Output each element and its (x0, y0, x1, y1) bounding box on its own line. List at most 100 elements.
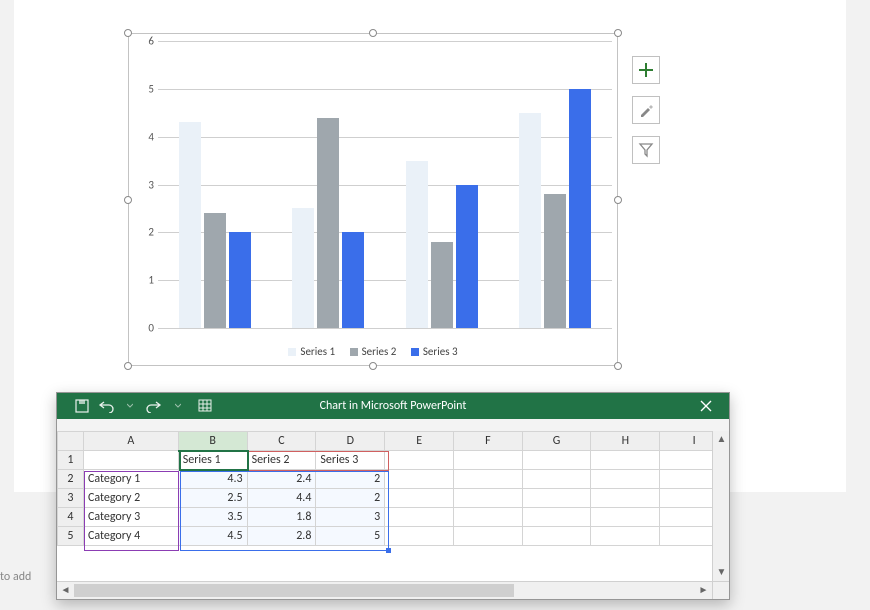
cell-F5[interactable] (453, 527, 522, 546)
chart-object[interactable]: 0123456 Series 1 Series 2 Series 3 (128, 33, 618, 366)
horizontal-scrollbar[interactable]: ◄ ► (57, 581, 712, 599)
cell-D1[interactable]: Series 3 (316, 451, 385, 470)
bar-series2[interactable] (544, 194, 566, 328)
scroll-left-arrow[interactable]: ◄ (57, 582, 74, 600)
cell-C2[interactable]: 2.4 (247, 470, 316, 489)
chart-filters-button[interactable] (632, 136, 660, 164)
edit-data-icon[interactable] (197, 397, 215, 415)
col-header-D[interactable]: D (316, 432, 385, 451)
cell-B5[interactable]: 4.5 (178, 527, 247, 546)
scroll-up-arrow[interactable]: ▲ (713, 431, 730, 448)
cell-H2[interactable] (591, 470, 660, 489)
cell-H4[interactable] (591, 508, 660, 527)
select-all-cell[interactable] (58, 432, 84, 451)
cell-F4[interactable] (453, 508, 522, 527)
close-button[interactable] (689, 393, 723, 419)
bar-series1[interactable] (406, 161, 428, 328)
bar-group[interactable] (406, 161, 478, 328)
bar-series3[interactable] (342, 232, 364, 328)
cell-E3[interactable] (385, 489, 454, 508)
chart-legend[interactable]: Series 1 Series 2 Series 3 (128, 344, 618, 358)
resize-handle-bl[interactable] (124, 362, 132, 370)
resize-handle-br[interactable] (614, 362, 622, 370)
bar-series2[interactable] (431, 242, 453, 328)
plot-area[interactable]: 0123456 (158, 41, 612, 328)
cell-D4[interactable]: 3 (316, 508, 385, 527)
scroll-right-arrow[interactable]: ► (695, 582, 712, 600)
col-header-H[interactable]: H (591, 432, 660, 451)
cell-E5[interactable] (385, 527, 454, 546)
row-header-4[interactable]: 4 (58, 508, 84, 527)
cell-B1[interactable]: Series 1 (178, 451, 247, 470)
cell-G3[interactable] (522, 489, 591, 508)
cell-F3[interactable] (453, 489, 522, 508)
cell-C4[interactable]: 1.8 (247, 508, 316, 527)
cell-G1[interactable] (522, 451, 591, 470)
cell-A3[interactable]: Category 2 (83, 489, 178, 508)
col-header-E[interactable]: E (385, 432, 454, 451)
chart-elements-button[interactable] (632, 56, 660, 84)
excel-data-window[interactable]: Chart in Microsoft PowerPoint ABCDEFGHI1… (56, 392, 730, 600)
cell-C5[interactable]: 2.8 (247, 527, 316, 546)
cell-F2[interactable] (453, 470, 522, 489)
cell-A4[interactable]: Category 3 (83, 508, 178, 527)
cell-D5[interactable]: 5 (316, 527, 385, 546)
range-resize-handle[interactable] (386, 548, 391, 553)
bar-series1[interactable] (519, 113, 541, 328)
col-header-C[interactable]: C (247, 432, 316, 451)
redo-dropdown-icon[interactable] (169, 397, 187, 415)
row-header-3[interactable]: 3 (58, 489, 84, 508)
bar-series2[interactable] (317, 118, 339, 328)
cell-G2[interactable] (522, 470, 591, 489)
undo-icon[interactable] (97, 397, 115, 415)
resize-handle-tr[interactable] (614, 29, 622, 37)
cell-C3[interactable]: 4.4 (247, 489, 316, 508)
vertical-scrollbar[interactable]: ▲ ▼ (712, 431, 729, 581)
row-header-5[interactable]: 5 (58, 527, 84, 546)
col-header-B[interactable]: B (178, 432, 247, 451)
bar-group[interactable] (292, 118, 364, 328)
cell-H3[interactable] (591, 489, 660, 508)
save-icon[interactable] (73, 397, 91, 415)
bar-series3[interactable] (456, 185, 478, 329)
resize-handle-b[interactable] (369, 362, 377, 370)
cell-F1[interactable] (453, 451, 522, 470)
bar-group[interactable] (179, 122, 251, 328)
resize-handle-r[interactable] (614, 196, 622, 204)
cell-H1[interactable] (591, 451, 660, 470)
col-header-F[interactable]: F (453, 432, 522, 451)
row-header-2[interactable]: 2 (58, 470, 84, 489)
scroll-down-arrow[interactable]: ▼ (713, 564, 730, 581)
cell-B2[interactable]: 4.3 (178, 470, 247, 489)
bar-series1[interactable] (292, 208, 314, 328)
col-header-A[interactable]: A (83, 432, 178, 451)
cell-C1[interactable]: Series 2 (247, 451, 316, 470)
bar-series2[interactable] (204, 213, 226, 328)
cell-D3[interactable]: 2 (316, 489, 385, 508)
redo-icon[interactable] (145, 397, 163, 415)
bar-series1[interactable] (179, 122, 201, 328)
chart-styles-button[interactable] (632, 96, 660, 124)
cell-G4[interactable] (522, 508, 591, 527)
cell-H5[interactable] (591, 527, 660, 546)
bar-series3[interactable] (229, 232, 251, 328)
cell-B4[interactable]: 3.5 (178, 508, 247, 527)
cell-A2[interactable]: Category 1 (83, 470, 178, 489)
hscroll-thumb[interactable] (74, 584, 514, 597)
cell-D2[interactable]: 2 (316, 470, 385, 489)
cell-A1[interactable] (83, 451, 178, 470)
resize-handle-tl[interactable] (124, 29, 132, 37)
col-header-G[interactable]: G (522, 432, 591, 451)
excel-titlebar[interactable]: Chart in Microsoft PowerPoint (57, 393, 729, 419)
resize-handle-l[interactable] (124, 196, 132, 204)
cell-G5[interactable] (522, 527, 591, 546)
row-header-1[interactable]: 1 (58, 451, 84, 470)
cell-B3[interactable]: 2.5 (178, 489, 247, 508)
cell-E4[interactable] (385, 508, 454, 527)
cell-A5[interactable]: Category 4 (83, 527, 178, 546)
bar-series3[interactable] (569, 89, 591, 328)
resize-handle-t[interactable] (369, 29, 377, 37)
cell-E1[interactable] (385, 451, 454, 470)
cell-E2[interactable] (385, 470, 454, 489)
spreadsheet-grid[interactable]: ABCDEFGHI1Series 1Series 2Series 32Categ… (57, 431, 729, 546)
